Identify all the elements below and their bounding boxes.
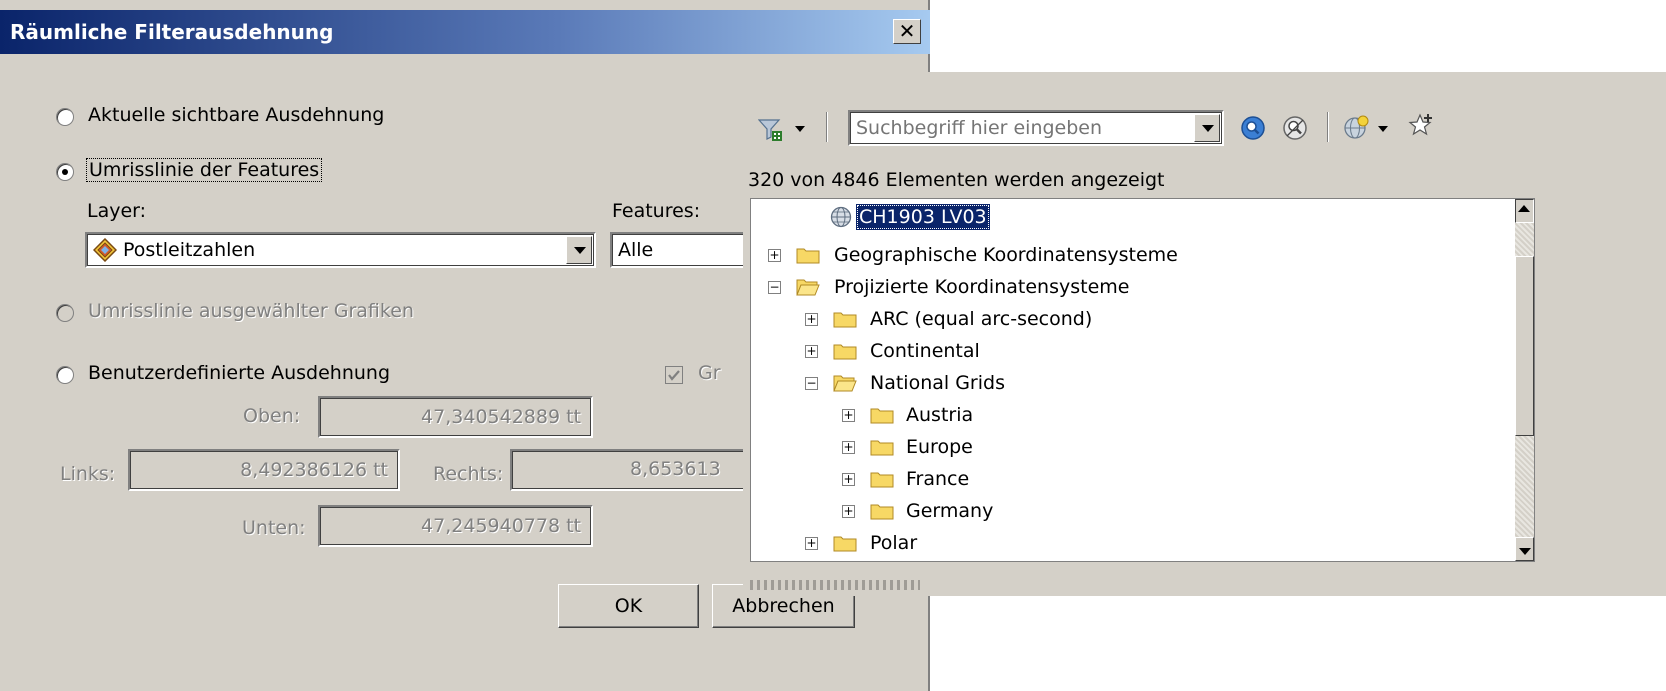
top-field[interactable]: 47,340542889 tt [318,396,593,438]
folder-open-icon [833,375,857,392]
ok-button[interactable]: OK [558,584,699,628]
expand-icon[interactable]: + [768,249,781,262]
collapse-icon[interactable]: − [768,281,781,294]
folder-open-icon [796,279,820,296]
top-label: Oben: [243,405,301,427]
expand-icon[interactable]: + [805,313,818,326]
search-combobox[interactable] [848,110,1224,146]
layer-combobox[interactable]: Postleitzahlen [85,232,596,268]
graphics-outline-radio[interactable] [56,304,74,322]
scroll-down-button[interactable] [1515,537,1534,561]
right-field[interactable]: 8,653613 [510,449,750,491]
toolbar-separator [826,112,828,142]
add-coordinate-system-icon[interactable] [1343,115,1369,141]
globe-icon [830,206,852,228]
custom-extent-radio[interactable] [56,366,74,384]
tree-item-germany[interactable]: Germany [906,497,993,525]
add-dropdown-icon[interactable] [1378,126,1388,132]
expand-icon[interactable]: + [805,345,818,358]
tree-item-france[interactable]: France [906,465,969,493]
folder-icon [870,408,894,424]
expand-icon[interactable]: + [842,441,855,454]
current-extent-label[interactable]: Aktuelle sichtbare Ausdehnung [88,104,384,126]
expand-icon[interactable]: + [842,473,855,486]
chevron-down-icon [574,247,586,254]
folder-icon [833,344,857,360]
left-field[interactable]: 8,492386126 tt [128,449,400,491]
layer-dropdown-button[interactable] [566,236,592,264]
tree-item-national-grids[interactable]: National Grids [870,369,1005,397]
folder-icon [870,440,894,456]
close-button[interactable]: ✕ [893,19,921,44]
item-count-text: 320 von 4846 Elementen werden angezeigt [748,169,1165,191]
search-input[interactable] [856,117,1186,139]
layer-value: Postleitzahlen [123,239,256,261]
custom-extent-label[interactable]: Benutzerdefinierte Ausdehnung [88,362,390,384]
graphics-checkbox-label: Gr [698,362,721,384]
bottom-label: Unten: [242,517,306,539]
filter-icon[interactable] [758,117,784,143]
layer-polygon-icon [93,238,117,262]
features-label: Features: [612,200,701,222]
chevron-up-icon [1518,205,1530,212]
folder-icon [833,312,857,328]
tree-item-europe[interactable]: Europe [906,433,973,461]
favorite-star-icon[interactable] [1408,112,1434,138]
tree-item-polar[interactable]: Polar [870,529,917,557]
expand-icon[interactable]: + [842,409,855,422]
current-extent-radio[interactable] [56,108,74,126]
filter-dropdown-icon[interactable] [795,126,805,132]
graphics-outline-label[interactable]: Umrisslinie ausgewählter Grafiken [88,300,414,322]
tree-item-arc[interactable]: ARC (equal arc-second) [870,305,1092,333]
search-dropdown-button[interactable] [1194,114,1220,142]
clear-search-icon[interactable] [1282,115,1308,141]
scroll-up-button[interactable] [1515,199,1534,223]
folder-icon [833,536,857,552]
collapse-icon[interactable]: − [805,377,818,390]
dialog-title: Räumliche Filterausdehnung [10,20,334,44]
clipped-label [750,580,920,596]
search-icon[interactable] [1240,115,1266,141]
tree-item-projected[interactable]: Projizierte Koordinatensysteme [834,273,1129,301]
features-combobox[interactable]: Alle [610,232,750,268]
bottom-field[interactable]: 47,245940778 tt [318,505,593,547]
chevron-down-icon [1519,548,1531,555]
expand-icon[interactable]: + [805,537,818,550]
folder-icon [870,472,894,488]
features-value: Alle [618,239,654,261]
tree-item-austria[interactable]: Austria [906,401,973,429]
feature-outline-label[interactable]: Umrisslinie der Features [85,158,323,182]
checkmark-icon [668,370,680,381]
layer-label: Layer: [87,200,147,222]
right-value: 8,653613 [630,458,721,480]
expand-icon[interactable]: + [842,505,855,518]
toolbar-separator [1327,112,1329,142]
scroll-thumb[interactable] [1515,256,1534,436]
folder-icon [870,504,894,520]
folder-icon [796,248,820,264]
graphics-checkbox[interactable] [665,366,683,384]
left-label: Links: [60,463,116,485]
tree-item-geographic[interactable]: Geographische Koordinatensysteme [834,241,1178,269]
tree-item-continental[interactable]: Continental [870,337,980,365]
tree-item-ch1903[interactable]: CH1903 LV03 [856,204,990,230]
chevron-down-icon [1202,125,1214,132]
feature-outline-radio[interactable] [56,163,74,181]
right-label: Rechts: [433,463,504,485]
